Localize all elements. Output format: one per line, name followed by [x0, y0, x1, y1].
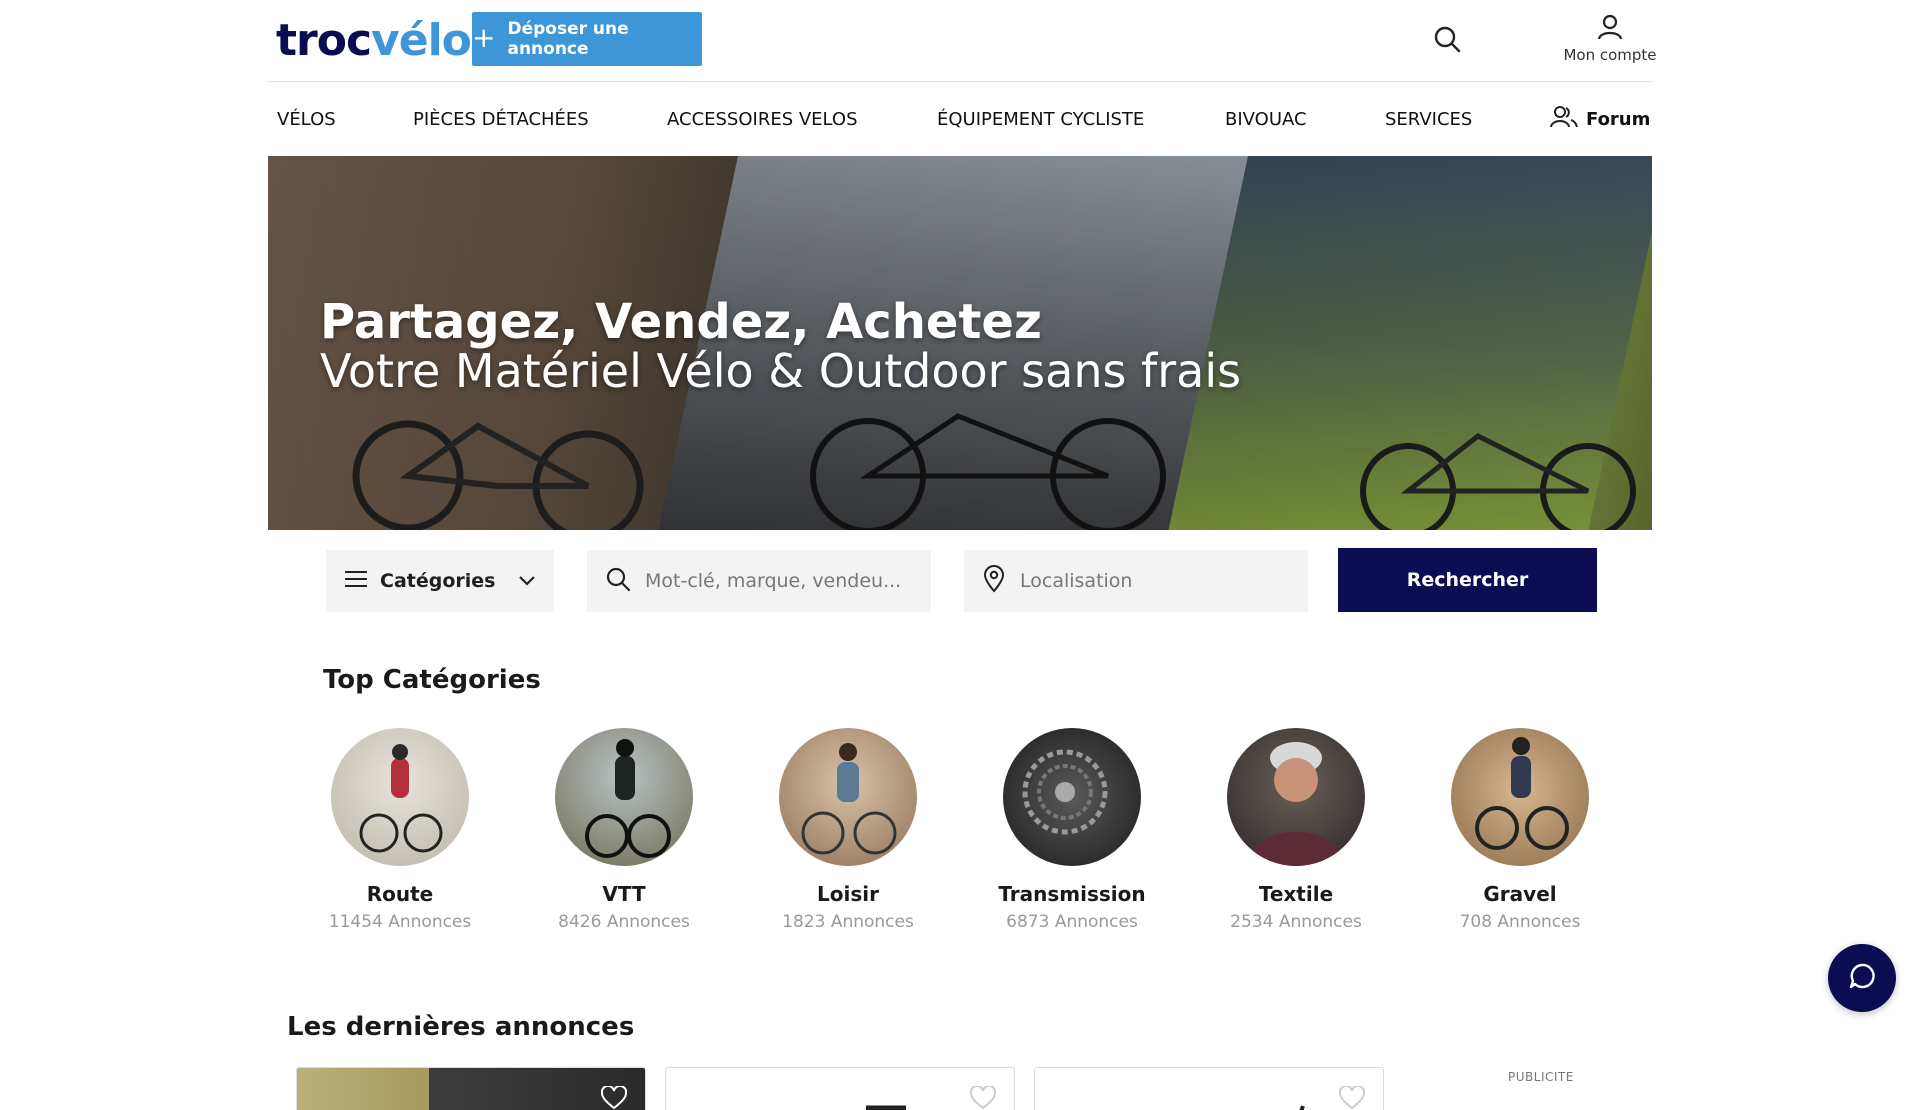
listing-bike-image [1299, 1105, 1305, 1110]
category-image-vtt [555, 728, 693, 866]
category-count: 1823 Annonces [782, 912, 914, 932]
header: troc vélo + Déposer une annonce Mon compt… [268, 0, 1657, 82]
account-link[interactable]: Mon compte [1540, 14, 1680, 64]
listing-bike-image [866, 1105, 906, 1110]
top-categories-title: Top Catégories [323, 665, 541, 695]
users-icon [1550, 105, 1578, 134]
category-card-gravel[interactable]: Gravel 708 Annonces [1410, 728, 1630, 932]
hero-bike-illustration-middle [810, 413, 1166, 530]
category-count: 708 Annonces [1459, 912, 1581, 932]
location-pin-icon [982, 565, 1006, 597]
category-card-textile[interactable]: Textile 2534 Annonces [1186, 728, 1406, 932]
ad-label: PUBLICITE [1508, 1070, 1574, 1084]
category-name: Transmission [998, 882, 1146, 906]
plus-icon: + [472, 20, 496, 54]
hero-bike-illustration-right [1360, 433, 1636, 530]
category-name: VTT [602, 882, 646, 906]
keyword-search-field[interactable] [587, 550, 931, 612]
chevron-down-icon [518, 570, 536, 592]
nav-item-bivouac[interactable]: BIVOUAC [1225, 82, 1307, 156]
logo-part-velo: vélo [371, 14, 472, 66]
hero-subtitle: Votre Matériel Vélo & Outdoor sans frais [320, 344, 1242, 398]
heart-icon[interactable] [600, 1084, 628, 1110]
nav-item-velos[interactable]: VÉLOS [277, 82, 336, 156]
listing-card[interactable] [296, 1067, 646, 1110]
category-name: Loisir [817, 882, 879, 906]
deposit-listing-button[interactable]: + Déposer une annonce [472, 12, 702, 66]
category-name: Textile [1258, 882, 1334, 906]
category-card-route[interactable]: Route 11454 Annonces [290, 728, 510, 932]
hero-bike-illustration-left [352, 420, 644, 530]
listing-card[interactable] [665, 1067, 1015, 1110]
categories-label: Catégories [380, 570, 496, 592]
logo[interactable]: troc vélo [276, 10, 472, 70]
heart-icon[interactable] [1338, 1084, 1366, 1110]
category-image-textile [1227, 728, 1365, 866]
search-icon [605, 566, 631, 596]
keyword-search-input[interactable] [645, 570, 931, 592]
nav-item-forum[interactable]: Forum [1550, 82, 1650, 156]
categories-dropdown[interactable]: Catégories [326, 550, 554, 612]
nav-item-services[interactable]: SERVICES [1385, 82, 1472, 156]
logo-part-troc: troc [276, 14, 372, 66]
menu-icon [344, 569, 368, 594]
search-button[interactable]: Rechercher [1338, 548, 1597, 612]
search-icon[interactable] [1432, 24, 1462, 54]
category-count: 6873 Annonces [1006, 912, 1138, 932]
hero-banner: Partagez, Vendez, Achetez Votre Matériel… [268, 156, 1652, 530]
category-image-route [331, 728, 469, 866]
account-label: Mon compte [1563, 46, 1657, 64]
deposit-listing-label: Déposer une annonce [507, 19, 629, 59]
category-card-loisir[interactable]: Loisir 1823 Annonces [738, 728, 958, 932]
category-name: Gravel [1483, 882, 1557, 906]
category-image-loisir [779, 728, 917, 866]
hero-title: Partagez, Vendez, Achetez [320, 294, 1042, 350]
heart-icon[interactable] [969, 1084, 997, 1110]
location-input[interactable] [1020, 570, 1308, 592]
category-card-vtt[interactable]: VTT 8426 Annonces [514, 728, 734, 932]
main-nav: VÉLOS PIÈCES DÉTACHÉES ACCESSOIRES VELOS… [268, 82, 1652, 156]
category-name: Route [366, 882, 434, 906]
category-image-gravel [1451, 728, 1589, 866]
chat-button[interactable] [1828, 944, 1896, 1012]
location-field[interactable] [964, 550, 1308, 612]
listing-card[interactable] [1034, 1067, 1384, 1110]
nav-item-pieces-detachees[interactable]: PIÈCES DÉTACHÉES [413, 82, 589, 156]
user-icon [1597, 14, 1623, 44]
category-image-transmission [1003, 728, 1141, 866]
nav-item-equipement-cycliste[interactable]: ÉQUIPEMENT CYCLISTE [937, 82, 1144, 156]
category-count: 11454 Annonces [328, 912, 472, 932]
latest-listings-title: Les dernières annonces [287, 1012, 635, 1042]
forum-label: Forum [1586, 108, 1651, 130]
category-card-transmission[interactable]: Transmission 6873 Annonces [962, 728, 1182, 932]
category-count: 8426 Annonces [558, 912, 690, 932]
nav-item-accessoires-velos[interactable]: ACCESSOIRES VELOS [667, 82, 858, 156]
category-count: 2534 Annonces [1230, 912, 1362, 932]
chat-icon [1847, 961, 1877, 995]
